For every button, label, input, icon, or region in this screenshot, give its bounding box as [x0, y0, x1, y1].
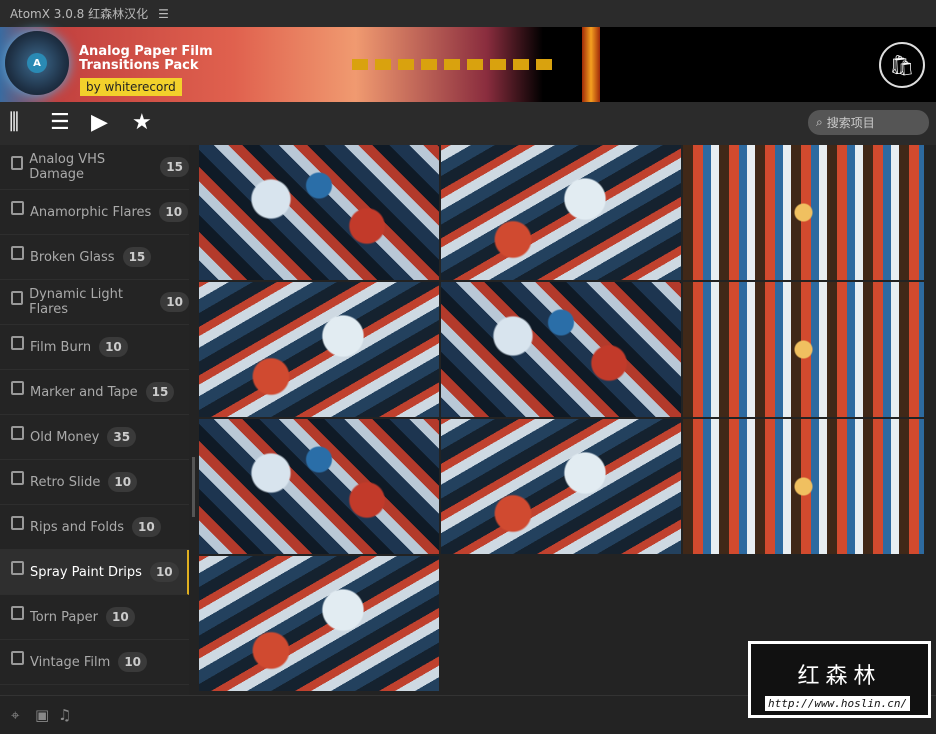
file-icon — [11, 381, 24, 395]
pack-banner: A Analog Paper Film Transitions Pack by w… — [0, 27, 936, 102]
target-icon[interactable]: ⌖ — [11, 706, 19, 724]
count-badge: 35 — [107, 427, 137, 447]
search-input[interactable]: ⌕ 搜索项目 — [808, 110, 929, 135]
transition-thumbnail[interactable] — [441, 145, 681, 280]
sidebar-item[interactable]: Retro Slide 10 — [0, 460, 189, 505]
transition-thumbnail[interactable] — [683, 282, 924, 417]
sidebar-scrollbar[interactable] — [192, 457, 195, 517]
sidebar-item[interactable]: Broken Glass 15 — [0, 235, 189, 280]
file-icon — [11, 606, 24, 620]
sidebar-item[interactable]: Rips and Folds 10 — [0, 505, 189, 550]
sidebar-item-label: Old Money — [30, 429, 100, 445]
count-badge: 15 — [145, 382, 175, 402]
toolbar: ⫼ ☰ ▶ ★ ⌕ 搜索项目 — [0, 102, 936, 145]
sliders-icon[interactable]: ⫼ — [9, 111, 19, 135]
transition-preview-icons — [352, 59, 552, 70]
video-file-icon[interactable]: ▶ — [91, 111, 108, 135]
file-icon — [11, 471, 24, 485]
sidebar-item-label: Marker and Tape — [30, 384, 138, 400]
count-badge: 10 — [108, 472, 138, 492]
pack-title: Analog Paper Film Transitions Pack — [79, 44, 213, 73]
sidebar-item-label: Broken Glass — [30, 249, 115, 265]
list-view-icon[interactable]: ☰ — [50, 111, 70, 135]
sidebar-item[interactable]: Analog VHS Damage 15 — [0, 145, 189, 190]
sidebar-item[interactable]: Anamorphic Flares 10 — [0, 190, 189, 235]
count-badge: 15 — [122, 247, 152, 267]
sidebar-item[interactable]: Film Burn 10 — [0, 325, 189, 370]
sidebar-item-label: Dynamic Light Flares — [29, 287, 124, 317]
star-icon[interactable]: ★ — [132, 111, 152, 135]
sidebar-item-label: Film Burn — [30, 339, 92, 355]
transition-thumbnail[interactable] — [683, 145, 924, 280]
sidebar-item-label: Analog VHS Damage — [29, 152, 106, 182]
file-icon — [11, 291, 24, 305]
sidebar-item-label: Retro Slide — [30, 474, 101, 490]
atomx-logo: A — [5, 31, 69, 95]
sidebar-item[interactable]: Marker and Tape 15 — [0, 370, 189, 415]
fire-decoration — [582, 27, 600, 102]
count-badge: 10 — [159, 202, 189, 222]
app-title: AtomX 3.0.8 红森林汉化 — [10, 7, 149, 21]
count-badge: 10 — [118, 652, 148, 672]
hamburger-icon[interactable]: ☰ — [158, 7, 169, 21]
transition-thumbnail[interactable] — [441, 282, 681, 417]
sidebar-item[interactable]: Spray Paint Drips 10 — [0, 550, 189, 595]
video-icon[interactable]: ▣ — [35, 706, 49, 724]
file-icon — [11, 516, 24, 530]
sidebar-item[interactable]: Vintage Film 10 — [0, 640, 189, 685]
file-icon — [11, 156, 24, 170]
sidebar-item[interactable]: Dynamic Light Flares 10 — [0, 280, 189, 325]
sidebar-item-label: Vintage Film — [30, 654, 111, 670]
sidebar-item-label: Torn Paper — [30, 609, 98, 625]
transition-thumbnail[interactable] — [199, 145, 439, 280]
transition-thumbnail[interactable] — [199, 282, 439, 417]
title-bar: AtomX 3.0.8 红森林汉化 ☰ — [0, 0, 936, 27]
transition-thumbnail[interactable] — [441, 419, 681, 554]
file-icon — [11, 336, 24, 350]
author-badge[interactable]: by whiterecord — [80, 78, 182, 96]
count-badge: 15 — [160, 157, 189, 177]
sidebar-item-label: Rips and Folds — [30, 519, 124, 535]
search-icon: ⌕ — [816, 115, 823, 129]
sidebar-item[interactable]: Torn Paper 10 — [0, 595, 189, 640]
sidebar-item-label: Anamorphic Flares — [30, 204, 152, 220]
count-badge: 10 — [149, 562, 179, 582]
transition-thumbnail[interactable] — [199, 419, 439, 554]
watermark: 红森林 http://www.hoslin.cn/ — [748, 641, 931, 718]
shopping-bag-icon[interactable]: 🛍 — [879, 42, 925, 88]
file-icon — [11, 201, 24, 215]
transition-thumbnail[interactable] — [199, 556, 439, 691]
file-icon — [11, 651, 24, 665]
category-sidebar: Analog VHS Damage 15 Anamorphic Flares 10 Br… — [0, 145, 189, 695]
sidebar-item-label: Spray Paint Drips — [30, 564, 142, 580]
sidebar-item[interactable]: Old Money 35 — [0, 415, 189, 460]
thumbnail-grid — [199, 145, 924, 691]
count-badge: 10 — [132, 517, 161, 537]
file-icon — [11, 426, 24, 440]
music-icon[interactable]: ♫ — [58, 706, 71, 724]
file-icon — [11, 246, 24, 260]
count-badge: 10 — [106, 607, 135, 627]
count-badge: 10 — [99, 337, 128, 357]
file-icon — [11, 561, 24, 575]
transition-thumbnail[interactable] — [683, 419, 924, 554]
count-badge: 10 — [160, 292, 189, 312]
